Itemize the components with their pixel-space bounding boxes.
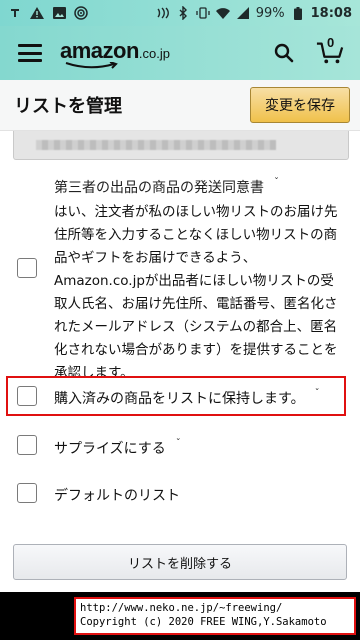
surprise-option[interactable]: サプライズにする ˇ [54,438,181,458]
copyright-url: http://www.neko.ne.jp/~freewing/ [80,602,283,614]
amazon-logo[interactable]: amazon.co.jp [60,38,180,69]
status-time: 18:08 [310,5,352,21]
app-header: amazon.co.jp 0 [0,26,360,80]
page-title: リストを管理 [14,96,122,116]
keep-purchased-option[interactable]: 購入済みの商品をリストに保持します。 ˇ [54,388,320,408]
menu-icon[interactable] [18,44,42,62]
logo-suffix: .co.jp [138,46,170,61]
alert-icon [30,6,44,20]
default-list-checkbox[interactable] [17,483,37,503]
cart-icon[interactable]: 0 [316,35,344,67]
chevron-down-icon: ˇ [274,177,279,188]
consent-checkbox[interactable] [17,258,37,278]
default-list-label[interactable]: デフォルトのリスト [54,485,180,505]
surprise-checkbox[interactable] [17,435,37,455]
consent-text: はい、注文者が私のほしい物リストのお届け先住所等を入力することなくほしい物リスト… [54,204,338,381]
cart-count: 0 [327,35,335,50]
smile-arrow-icon [65,62,118,69]
keep-purchased-label: 購入済みの商品をリストに保持します。 [54,391,305,407]
list-name-input[interactable] [13,131,349,160]
consent-title[interactable]: 第三者の出品の商品の発送同意書 ˇ [54,177,279,197]
bluetooth-icon [176,6,190,20]
save-changes-button[interactable]: 変更を保存 [250,87,350,123]
chevron-down-icon: ˇ [314,388,320,399]
consent-title-label: 第三者の出品の商品の発送同意書 [54,180,264,196]
list-settings-panel: 第三者の出品の商品の発送同意書 ˇ はい、注文者が私のほしい物リストのお届け先住所… [0,131,360,592]
t-icon [8,6,22,20]
copyright-notice: http://www.neko.ne.jp/~freewing/ Copyrig… [74,597,356,635]
battery-icon [291,6,305,20]
redacted-text [36,140,276,150]
chevron-down-icon: ˇ [175,438,181,449]
surprise-label: サプライズにする [54,441,166,457]
delete-list-button[interactable]: リストを削除する [13,544,347,580]
status-bar: 99% 18:08 [0,0,360,26]
keep-purchased-checkbox[interactable] [17,386,37,406]
page-header: リストを管理 変更を保存 [0,80,360,131]
signal-icon [236,6,250,20]
battery-percent: 99% [255,5,285,21]
search-icon[interactable] [270,39,298,67]
nfc-icon [156,6,170,20]
copyright-text: Copyright (c) 2020 FREE WING,Y.Sakamoto [80,616,327,628]
vibrate-icon [196,6,210,20]
image-icon [52,6,66,20]
logo-text: amazon [60,38,139,63]
wifi-icon [215,6,230,20]
cast-icon [74,6,88,20]
